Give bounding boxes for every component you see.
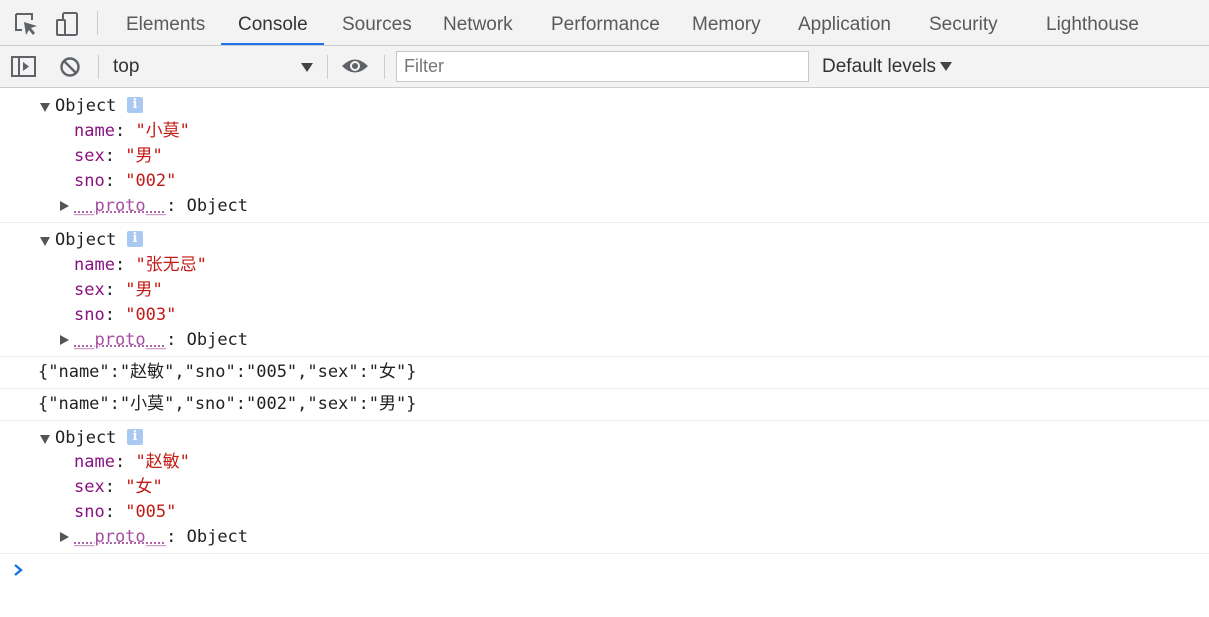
info-icon[interactable]: i xyxy=(127,231,143,247)
inspect-element-icon[interactable] xyxy=(13,11,39,37)
proto-property[interactable]: __proto__: Object xyxy=(74,525,248,550)
filter-input[interactable] xyxy=(396,51,809,82)
prompt-chevron-icon[interactable] xyxy=(13,563,25,582)
tab-network[interactable]: Network xyxy=(443,0,513,46)
chevron-down-icon[interactable] xyxy=(940,59,952,77)
object-label[interactable]: Object xyxy=(55,94,116,119)
log-text: {"name":"赵敏","sno":"005","sex":"女"} xyxy=(38,362,417,382)
expand-triangle-icon[interactable] xyxy=(60,335,69,345)
console-toolbar: top Default levels xyxy=(0,46,1209,88)
tab-memory[interactable]: Memory xyxy=(692,0,761,46)
eye-icon[interactable] xyxy=(341,57,369,80)
expand-triangle-icon[interactable] xyxy=(40,435,50,444)
tab-application[interactable]: Application xyxy=(798,0,891,46)
toolbar-separator xyxy=(98,55,99,79)
chevron-down-icon[interactable] xyxy=(300,60,314,78)
devtools-tab-bar: Elements Console Sources Network Perform… xyxy=(0,0,1209,46)
object-property: sex: "男" xyxy=(74,146,163,166)
active-tab-indicator xyxy=(221,43,324,45)
object-label[interactable]: Object xyxy=(55,228,116,253)
proto-property[interactable]: __proto__: Object xyxy=(74,194,248,219)
object-property: name: "张无忌" xyxy=(74,255,207,275)
expand-triangle-icon[interactable] xyxy=(40,103,50,112)
object-property: sex: "女" xyxy=(74,477,163,497)
clear-console-icon[interactable] xyxy=(59,56,81,83)
tab-security[interactable]: Security xyxy=(929,0,998,46)
proto-property[interactable]: __proto__: Object xyxy=(74,328,248,353)
console-message: Object i name: "小莫" sex: "男" sno: "002" … xyxy=(0,88,1209,223)
console-messages: Object i name: "小莫" sex: "男" sno: "002" … xyxy=(0,88,1209,617)
console-message: Object i name: "张无忌" sex: "男" sno: "003"… xyxy=(0,223,1209,357)
object-property: sno: "003" xyxy=(74,305,177,325)
log-text: {"name":"小莫","sno":"002","sex":"男"} xyxy=(38,394,417,414)
toolbar-separator xyxy=(384,55,385,79)
console-message: Object i name: "赵敏" sex: "女" sno: "005" … xyxy=(0,421,1209,554)
object-property: sno: "002" xyxy=(74,171,177,191)
object-property: sno: "005" xyxy=(74,502,177,522)
context-selector[interactable]: top xyxy=(113,56,139,78)
log-levels-dropdown[interactable]: Default levels xyxy=(822,56,936,78)
console-message: {"name":"小莫","sno":"002","sex":"男"} xyxy=(0,389,1209,421)
object-property: name: "赵敏" xyxy=(74,452,190,472)
expand-triangle-icon[interactable] xyxy=(60,201,69,211)
expand-triangle-icon[interactable] xyxy=(60,532,69,542)
toolbar-separator xyxy=(327,55,328,79)
toolbar-separator xyxy=(97,11,98,35)
sidebar-toggle-icon[interactable] xyxy=(11,56,37,83)
object-label[interactable]: Object xyxy=(55,426,116,451)
device-toolbar-icon[interactable] xyxy=(55,11,81,37)
info-icon[interactable]: i xyxy=(127,429,143,445)
tab-sources[interactable]: Sources xyxy=(342,0,412,46)
object-property: name: "小莫" xyxy=(74,121,190,141)
tab-lighthouse[interactable]: Lighthouse xyxy=(1046,0,1139,46)
tab-performance[interactable]: Performance xyxy=(551,0,660,46)
object-property: sex: "男" xyxy=(74,280,163,300)
tab-elements[interactable]: Elements xyxy=(126,0,205,46)
expand-triangle-icon[interactable] xyxy=(40,237,50,246)
console-message: {"name":"赵敏","sno":"005","sex":"女"} xyxy=(0,357,1209,389)
info-icon[interactable]: i xyxy=(127,97,143,113)
tab-console[interactable]: Console xyxy=(238,0,308,46)
